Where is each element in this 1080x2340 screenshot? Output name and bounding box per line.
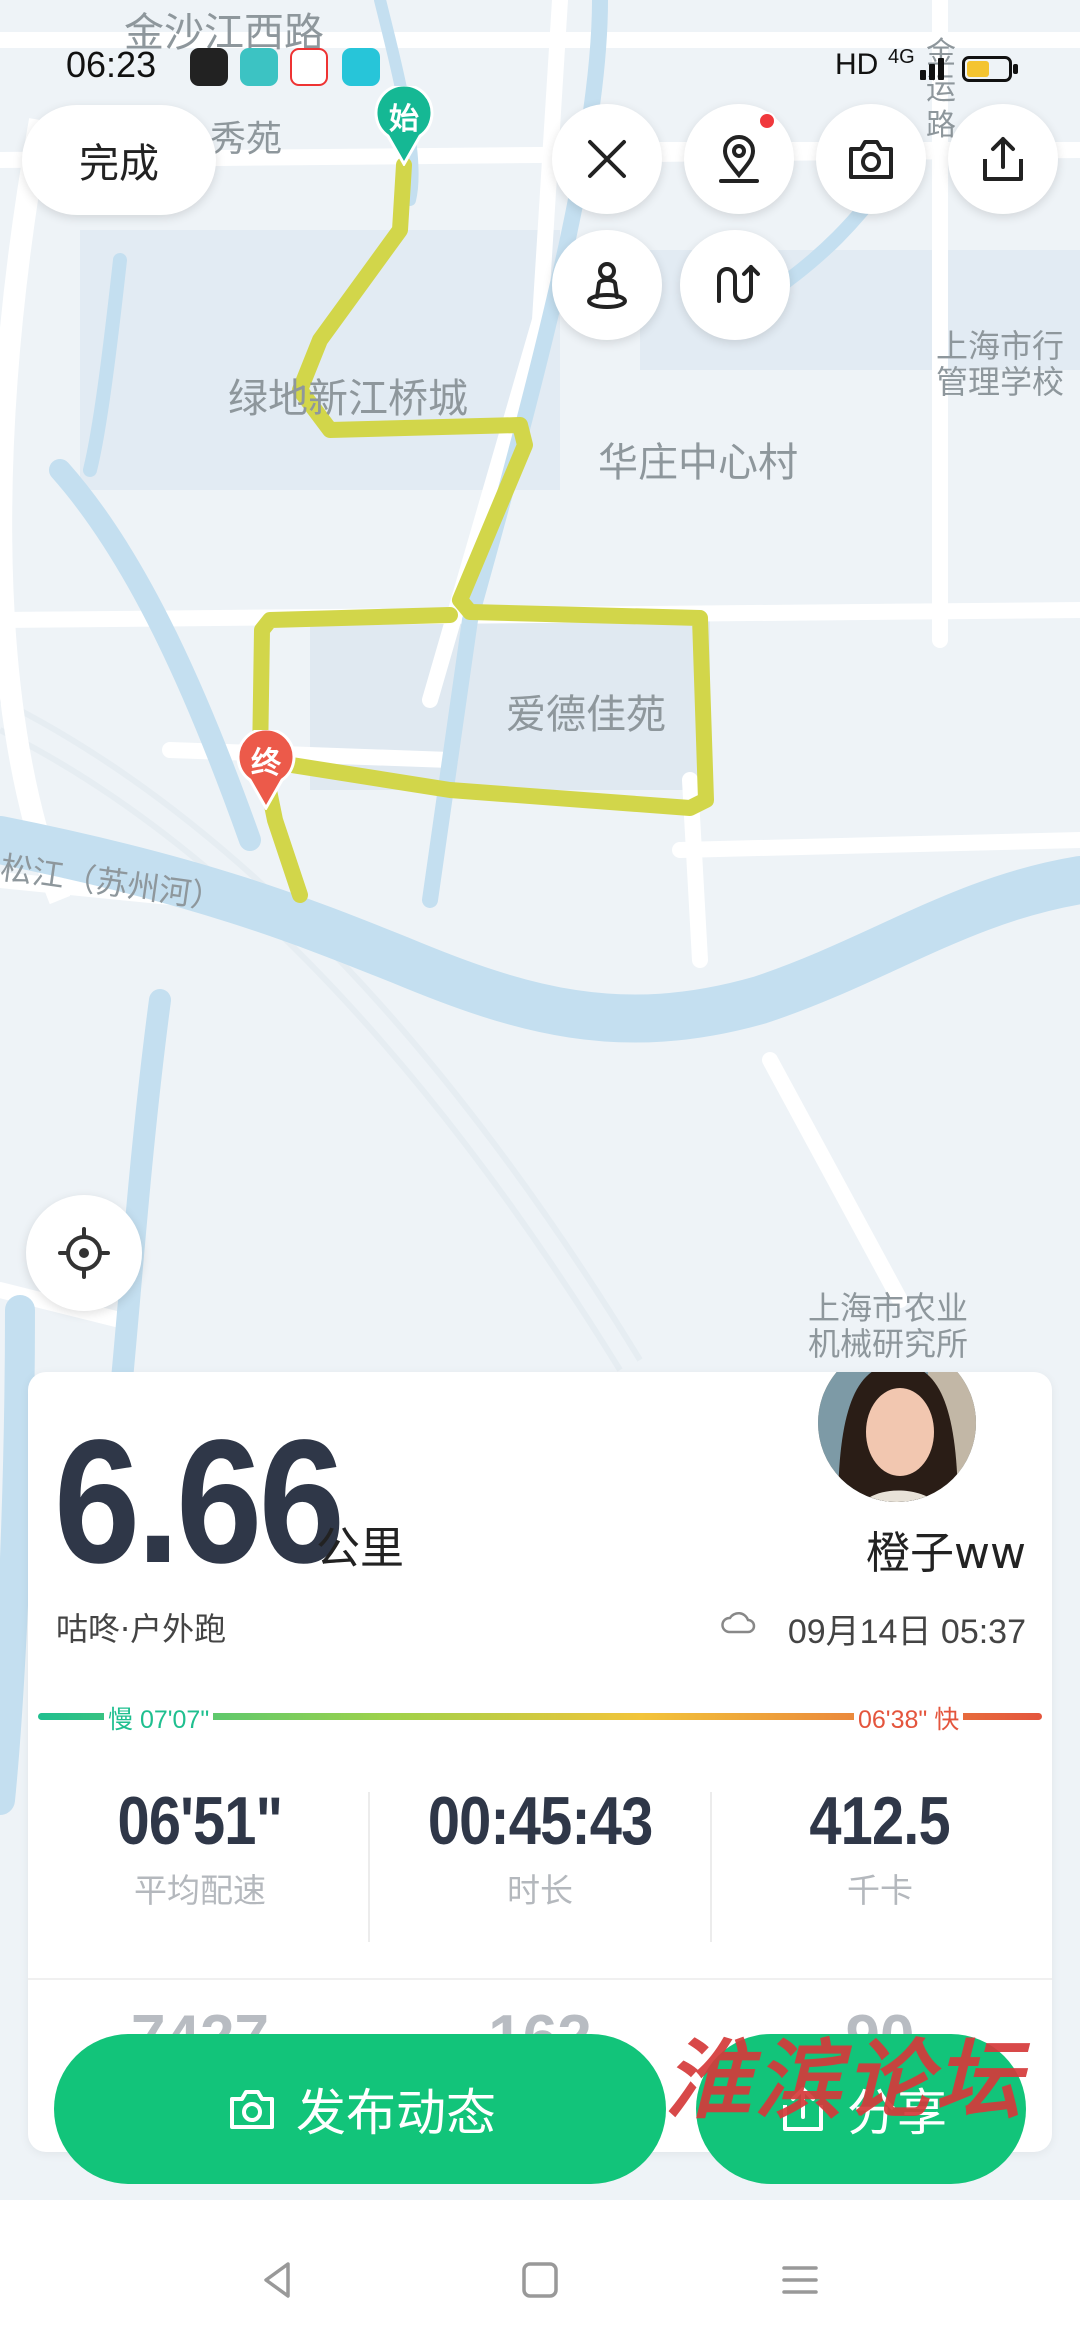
end-marker-label: 终	[251, 746, 281, 781]
map-label-aidejia: 爱德佳苑	[506, 692, 666, 738]
route-playback-button[interactable]	[680, 230, 790, 340]
battery-icon	[962, 56, 1012, 82]
stat-duration: 00:45:43 时长	[370, 1782, 710, 1912]
forum-watermark: 淮滨论坛	[665, 2030, 1025, 2131]
pace-slow-label: 慢 07'07"	[104, 1700, 214, 1736]
activity-type: 咕咚·户外跑	[56, 1610, 227, 1648]
close-icon	[588, 140, 626, 178]
nav-menu-button[interactable]	[770, 2250, 830, 2310]
network-hd-label: HD	[835, 48, 879, 81]
map-label-lvdi: 绿地新江桥城	[228, 376, 468, 422]
date-time: 09月14日 05:37	[787, 1613, 1026, 1651]
status-time: 06:23	[66, 44, 157, 85]
map-label-xiuyuan: 秀苑	[210, 119, 283, 160]
menu-lines-icon	[782, 2266, 818, 2294]
camera-icon	[849, 140, 893, 179]
recenter-button[interactable]	[26, 1195, 142, 1311]
route-icon	[717, 265, 760, 303]
stat-average-pace: 06'51" 平均配速	[30, 1782, 370, 1912]
location-pin-icon	[719, 135, 759, 183]
share-top-button[interactable]	[948, 104, 1058, 214]
stat-label: 千卡	[847, 1871, 913, 1910]
share-icon	[983, 137, 1023, 181]
location-marker-button[interactable]	[684, 104, 794, 214]
pace-fast-label: 06'38" 快	[854, 1700, 964, 1736]
app-notification-icon	[190, 48, 228, 86]
person-icon	[587, 262, 627, 309]
stat-value: 06'51"	[117, 1783, 283, 1859]
stat-value: 412.5	[809, 1783, 951, 1859]
nav-back-button[interactable]	[248, 2250, 308, 2310]
status-bar: 06:23 HD 4G	[0, 30, 1080, 100]
system-nav-bar	[0, 2200, 1080, 2340]
map-label-admin-school: 上海市行 管理学校	[936, 327, 1065, 401]
network-gen-label: 4G	[888, 46, 915, 68]
stat-value: 00:45:43	[427, 1783, 653, 1859]
username[interactable]: 橙子ww	[866, 1517, 1026, 1581]
nav-home-button[interactable]	[510, 2250, 570, 2310]
avatar[interactable]	[814, 1372, 980, 1506]
distance-value: 6.66	[54, 1404, 345, 1600]
map-label-huazhuang: 华庄中心村	[598, 440, 798, 486]
back-triangle-icon	[264, 2262, 290, 2298]
cloud-icon	[721, 1611, 756, 1634]
end-marker[interactable]: 终	[236, 727, 296, 812]
person-view-button[interactable]	[552, 230, 662, 340]
home-square-icon	[522, 2262, 558, 2298]
stat-label: 时长	[507, 1871, 573, 1910]
camera-icon	[224, 2081, 280, 2137]
notification-dot	[758, 112, 776, 130]
crosshair-icon	[58, 1227, 110, 1279]
map-label-agri: 上海市农业 机械研究所	[808, 1289, 969, 1363]
camera-button[interactable]	[816, 104, 926, 214]
close-button[interactable]	[552, 104, 662, 214]
app-notification-icon	[290, 48, 328, 86]
done-button[interactable]: 完成	[22, 105, 216, 215]
distance-unit: 公里	[316, 1523, 404, 1574]
app-notification-icon	[240, 48, 278, 86]
publish-post-button[interactable]: 发布动态	[54, 2034, 666, 2184]
app-notification-icon	[342, 48, 380, 86]
stat-label: 平均配速	[134, 1871, 266, 1910]
publish-post-label: 发布动态	[296, 2084, 496, 2142]
stat-calories: 412.5 千卡	[710, 1782, 1050, 1912]
start-marker-label: 始	[389, 102, 419, 137]
